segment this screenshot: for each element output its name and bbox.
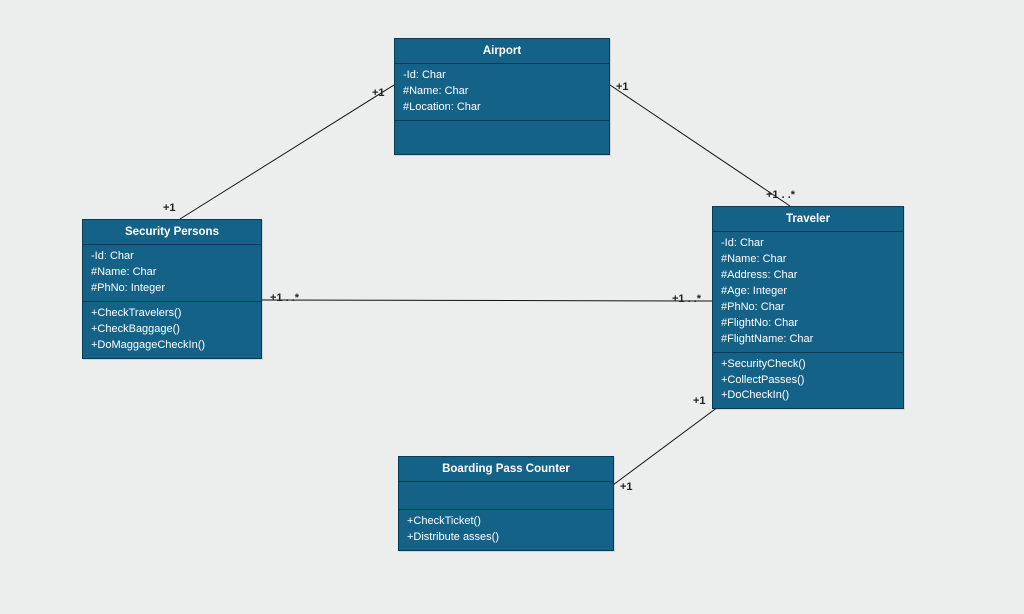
attr: #Age: Integer — [721, 284, 895, 300]
mult-security-top: +1 — [163, 202, 176, 214]
method: +CheckTravelers() — [91, 306, 253, 322]
attr: #Address: Char — [721, 268, 895, 284]
attr: -Id: Char — [721, 236, 895, 252]
method: +CheckBaggage() — [91, 322, 253, 338]
class-traveler[interactable]: Traveler -Id: Char #Name: Char #Address:… — [712, 206, 904, 409]
methods-section: +SecurityCheck() +CollectPasses() +DoChe… — [713, 352, 903, 409]
attr: #FlightNo: Char — [721, 316, 895, 332]
class-security-persons[interactable]: Security Persons -Id: Char #Name: Char #… — [82, 219, 262, 359]
attr: #PhNo: Integer — [91, 281, 253, 297]
class-title: Traveler — [713, 207, 903, 231]
methods-section: +CheckTravelers() +CheckBaggage() +DoMag… — [83, 301, 261, 358]
mult-security-right: +1 . .* — [270, 292, 299, 304]
method: +DoMaggageCheckIn() — [91, 338, 253, 354]
method: +CheckTicket() — [407, 514, 605, 530]
methods-section — [395, 120, 609, 154]
attr: #Location: Char — [403, 100, 601, 116]
method: +Distribute asses() — [407, 530, 605, 546]
attr: #Name: Char — [91, 265, 253, 281]
mult-traveler-left-low: +1 — [693, 395, 706, 407]
attr: #Name: Char — [721, 252, 895, 268]
attributes-section — [399, 481, 613, 509]
method: +CollectPasses() — [721, 373, 895, 389]
attributes-section: -Id: Char #Name: Char #Location: Char — [395, 63, 609, 120]
class-title: Boarding Pass Counter — [399, 457, 613, 481]
attr: -Id: Char — [91, 249, 253, 265]
method: +DoCheckIn() — [721, 388, 895, 404]
attr: #PhNo: Char — [721, 300, 895, 316]
method: +SecurityCheck() — [721, 357, 895, 373]
mult-traveler-top: +1 . .* — [766, 189, 795, 201]
mult-airport-left: +1 — [372, 87, 385, 99]
class-boarding-pass-counter[interactable]: Boarding Pass Counter +CheckTicket() +Di… — [398, 456, 614, 551]
mult-traveler-left-mid: +1 . .* — [672, 293, 701, 305]
mult-boarding-right: +1 — [620, 481, 633, 493]
class-title: Airport — [395, 39, 609, 63]
class-title: Security Persons — [83, 220, 261, 244]
methods-section: +CheckTicket() +Distribute asses() — [399, 509, 613, 550]
attr: #Name: Char — [403, 84, 601, 100]
attr: #FlightName: Char — [721, 332, 895, 348]
mult-airport-right: +1 — [616, 81, 629, 93]
attributes-section: -Id: Char #Name: Char #Address: Char #Ag… — [713, 231, 903, 352]
class-airport[interactable]: Airport -Id: Char #Name: Char #Location:… — [394, 38, 610, 155]
attributes-section: -Id: Char #Name: Char #PhNo: Integer — [83, 244, 261, 301]
uml-canvas: Airport -Id: Char #Name: Char #Location:… — [0, 0, 1024, 614]
attr: -Id: Char — [403, 68, 601, 84]
